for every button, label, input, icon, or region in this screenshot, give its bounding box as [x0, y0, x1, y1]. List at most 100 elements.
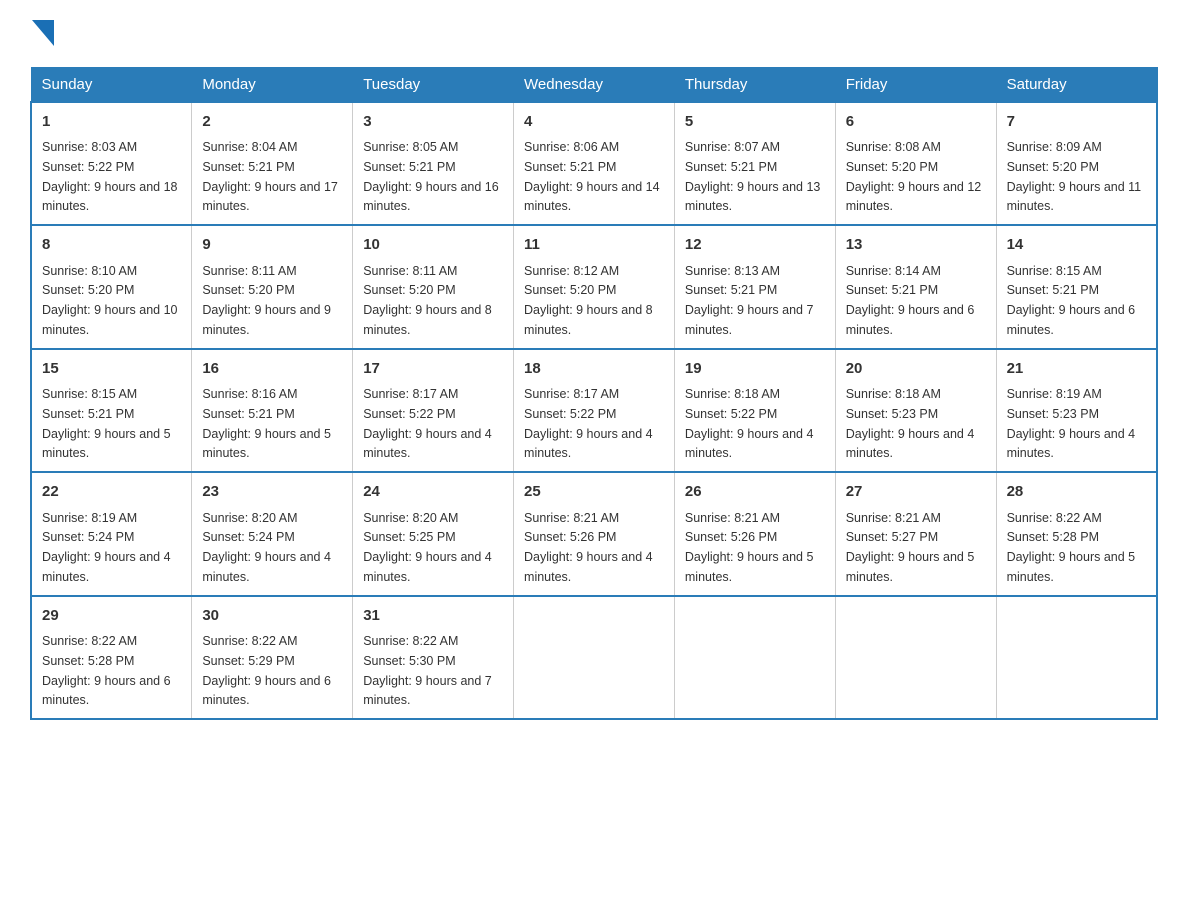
day-number: 29	[42, 605, 181, 628]
calendar-cell	[835, 596, 996, 720]
calendar-cell: 25 Sunrise: 8:21 AMSunset: 5:26 PMDayligh…	[514, 472, 675, 596]
day-info: Sunrise: 8:18 AMSunset: 5:22 PMDaylight:…	[685, 387, 814, 460]
day-info: Sunrise: 8:22 AMSunset: 5:28 PMDaylight:…	[42, 634, 171, 707]
day-info: Sunrise: 8:21 AMSunset: 5:26 PMDaylight:…	[685, 511, 814, 584]
day-header-thursday: Thursday	[674, 67, 835, 102]
calendar-week-row: 29 Sunrise: 8:22 AMSunset: 5:28 PMDayligh…	[31, 596, 1157, 720]
day-info: Sunrise: 8:18 AMSunset: 5:23 PMDaylight:…	[846, 387, 975, 460]
days-header-row: SundayMondayTuesdayWednesdayThursdayFrid…	[31, 67, 1157, 102]
calendar-cell: 13 Sunrise: 8:14 AMSunset: 5:21 PMDayligh…	[835, 225, 996, 349]
calendar-cell: 1 Sunrise: 8:03 AMSunset: 5:22 PMDaylight…	[31, 102, 192, 226]
calendar-cell: 18 Sunrise: 8:17 AMSunset: 5:22 PMDayligh…	[514, 349, 675, 473]
day-number: 8	[42, 234, 181, 257]
calendar-cell: 19 Sunrise: 8:18 AMSunset: 5:22 PMDayligh…	[674, 349, 835, 473]
calendar-week-row: 1 Sunrise: 8:03 AMSunset: 5:22 PMDaylight…	[31, 102, 1157, 226]
day-number: 22	[42, 481, 181, 504]
day-info: Sunrise: 8:19 AMSunset: 5:23 PMDaylight:…	[1007, 387, 1136, 460]
day-number: 26	[685, 481, 825, 504]
calendar-cell: 14 Sunrise: 8:15 AMSunset: 5:21 PMDayligh…	[996, 225, 1157, 349]
day-number: 21	[1007, 358, 1146, 381]
day-number: 20	[846, 358, 986, 381]
calendar-week-row: 8 Sunrise: 8:10 AMSunset: 5:20 PMDaylight…	[31, 225, 1157, 349]
day-info: Sunrise: 8:19 AMSunset: 5:24 PMDaylight:…	[42, 511, 171, 584]
calendar-cell: 17Sunrise: 8:17 AMSunset: 5:22 PMDayligh…	[353, 349, 514, 473]
day-number: 3	[363, 111, 503, 134]
calendar-cell: 5Sunrise: 8:07 AMSunset: 5:21 PMDaylight…	[674, 102, 835, 226]
calendar-cell: 6 Sunrise: 8:08 AMSunset: 5:20 PMDaylight…	[835, 102, 996, 226]
day-info: Sunrise: 8:20 AMSunset: 5:25 PMDaylight:…	[363, 511, 492, 584]
calendar-cell: 4Sunrise: 8:06 AMSunset: 5:21 PMDaylight…	[514, 102, 675, 226]
day-number: 10	[363, 234, 503, 257]
day-number: 6	[846, 111, 986, 134]
day-info: Sunrise: 8:03 AMSunset: 5:22 PMDaylight:…	[42, 140, 178, 213]
day-info: Sunrise: 8:16 AMSunset: 5:21 PMDaylight:…	[202, 387, 331, 460]
calendar-cell	[996, 596, 1157, 720]
day-number: 16	[202, 358, 342, 381]
day-number: 13	[846, 234, 986, 257]
day-number: 15	[42, 358, 181, 381]
calendar-cell: 16 Sunrise: 8:16 AMSunset: 5:21 PMDayligh…	[192, 349, 353, 473]
day-header-tuesday: Tuesday	[353, 67, 514, 102]
calendar-cell: 23Sunrise: 8:20 AMSunset: 5:24 PMDayligh…	[192, 472, 353, 596]
day-number: 4	[524, 111, 664, 134]
day-info: Sunrise: 8:22 AMSunset: 5:29 PMDaylight:…	[202, 634, 331, 707]
day-number: 19	[685, 358, 825, 381]
day-info: Sunrise: 8:22 AMSunset: 5:30 PMDaylight:…	[363, 634, 492, 707]
calendar-cell: 11Sunrise: 8:12 AMSunset: 5:20 PMDayligh…	[514, 225, 675, 349]
day-info: Sunrise: 8:10 AMSunset: 5:20 PMDaylight:…	[42, 264, 178, 337]
day-header-monday: Monday	[192, 67, 353, 102]
day-info: Sunrise: 8:11 AMSunset: 5:20 PMDaylight:…	[363, 264, 492, 337]
day-number: 1	[42, 111, 181, 134]
calendar-cell: 29 Sunrise: 8:22 AMSunset: 5:28 PMDayligh…	[31, 596, 192, 720]
day-number: 14	[1007, 234, 1146, 257]
calendar-cell: 2 Sunrise: 8:04 AMSunset: 5:21 PMDaylight…	[192, 102, 353, 226]
day-info: Sunrise: 8:04 AMSunset: 5:21 PMDaylight:…	[202, 140, 338, 213]
day-number: 9	[202, 234, 342, 257]
day-header-friday: Friday	[835, 67, 996, 102]
calendar-cell: 21 Sunrise: 8:19 AMSunset: 5:23 PMDayligh…	[996, 349, 1157, 473]
day-header-wednesday: Wednesday	[514, 67, 675, 102]
day-info: Sunrise: 8:09 AMSunset: 5:20 PMDaylight:…	[1007, 140, 1142, 213]
day-info: Sunrise: 8:12 AMSunset: 5:20 PMDaylight:…	[524, 264, 653, 337]
calendar-cell	[514, 596, 675, 720]
calendar-week-row: 22 Sunrise: 8:19 AMSunset: 5:24 PMDayligh…	[31, 472, 1157, 596]
day-number: 31	[363, 605, 503, 628]
day-number: 2	[202, 111, 342, 134]
calendar-cell: 24Sunrise: 8:20 AMSunset: 5:25 PMDayligh…	[353, 472, 514, 596]
day-info: Sunrise: 8:05 AMSunset: 5:21 PMDaylight:…	[363, 140, 499, 213]
calendar-cell: 3 Sunrise: 8:05 AMSunset: 5:21 PMDaylight…	[353, 102, 514, 226]
day-info: Sunrise: 8:17 AMSunset: 5:22 PMDaylight:…	[524, 387, 653, 460]
calendar-cell: 9Sunrise: 8:11 AMSunset: 5:20 PMDaylight…	[192, 225, 353, 349]
day-number: 25	[524, 481, 664, 504]
day-number: 7	[1007, 111, 1146, 134]
day-info: Sunrise: 8:14 AMSunset: 5:21 PMDaylight:…	[846, 264, 975, 337]
calendar-table: SundayMondayTuesdayWednesdayThursdayFrid…	[30, 67, 1158, 721]
day-number: 12	[685, 234, 825, 257]
day-info: Sunrise: 8:21 AMSunset: 5:27 PMDaylight:…	[846, 511, 975, 584]
day-number: 18	[524, 358, 664, 381]
logo	[30, 20, 54, 51]
calendar-cell: 12Sunrise: 8:13 AMSunset: 5:21 PMDayligh…	[674, 225, 835, 349]
logo-triangle-icon	[32, 20, 54, 46]
day-header-sunday: Sunday	[31, 67, 192, 102]
day-info: Sunrise: 8:15 AMSunset: 5:21 PMDaylight:…	[42, 387, 171, 460]
day-info: Sunrise: 8:07 AMSunset: 5:21 PMDaylight:…	[685, 140, 821, 213]
calendar-cell: 27 Sunrise: 8:21 AMSunset: 5:27 PMDayligh…	[835, 472, 996, 596]
day-info: Sunrise: 8:08 AMSunset: 5:20 PMDaylight:…	[846, 140, 982, 213]
calendar-cell: 8 Sunrise: 8:10 AMSunset: 5:20 PMDaylight…	[31, 225, 192, 349]
day-header-saturday: Saturday	[996, 67, 1157, 102]
calendar-cell: 30 Sunrise: 8:22 AMSunset: 5:29 PMDayligh…	[192, 596, 353, 720]
day-number: 27	[846, 481, 986, 504]
day-info: Sunrise: 8:15 AMSunset: 5:21 PMDaylight:…	[1007, 264, 1136, 337]
day-info: Sunrise: 8:20 AMSunset: 5:24 PMDaylight:…	[202, 511, 331, 584]
calendar-cell: 10 Sunrise: 8:11 AMSunset: 5:20 PMDayligh…	[353, 225, 514, 349]
day-info: Sunrise: 8:21 AMSunset: 5:26 PMDaylight:…	[524, 511, 653, 584]
calendar-cell: 31 Sunrise: 8:22 AMSunset: 5:30 PMDayligh…	[353, 596, 514, 720]
calendar-cell: 26 Sunrise: 8:21 AMSunset: 5:26 PMDayligh…	[674, 472, 835, 596]
day-info: Sunrise: 8:17 AMSunset: 5:22 PMDaylight:…	[363, 387, 492, 460]
calendar-cell: 20 Sunrise: 8:18 AMSunset: 5:23 PMDayligh…	[835, 349, 996, 473]
day-number: 30	[202, 605, 342, 628]
calendar-cell: 7 Sunrise: 8:09 AMSunset: 5:20 PMDaylight…	[996, 102, 1157, 226]
calendar-cell: 22 Sunrise: 8:19 AMSunset: 5:24 PMDayligh…	[31, 472, 192, 596]
page-header	[30, 20, 1158, 51]
